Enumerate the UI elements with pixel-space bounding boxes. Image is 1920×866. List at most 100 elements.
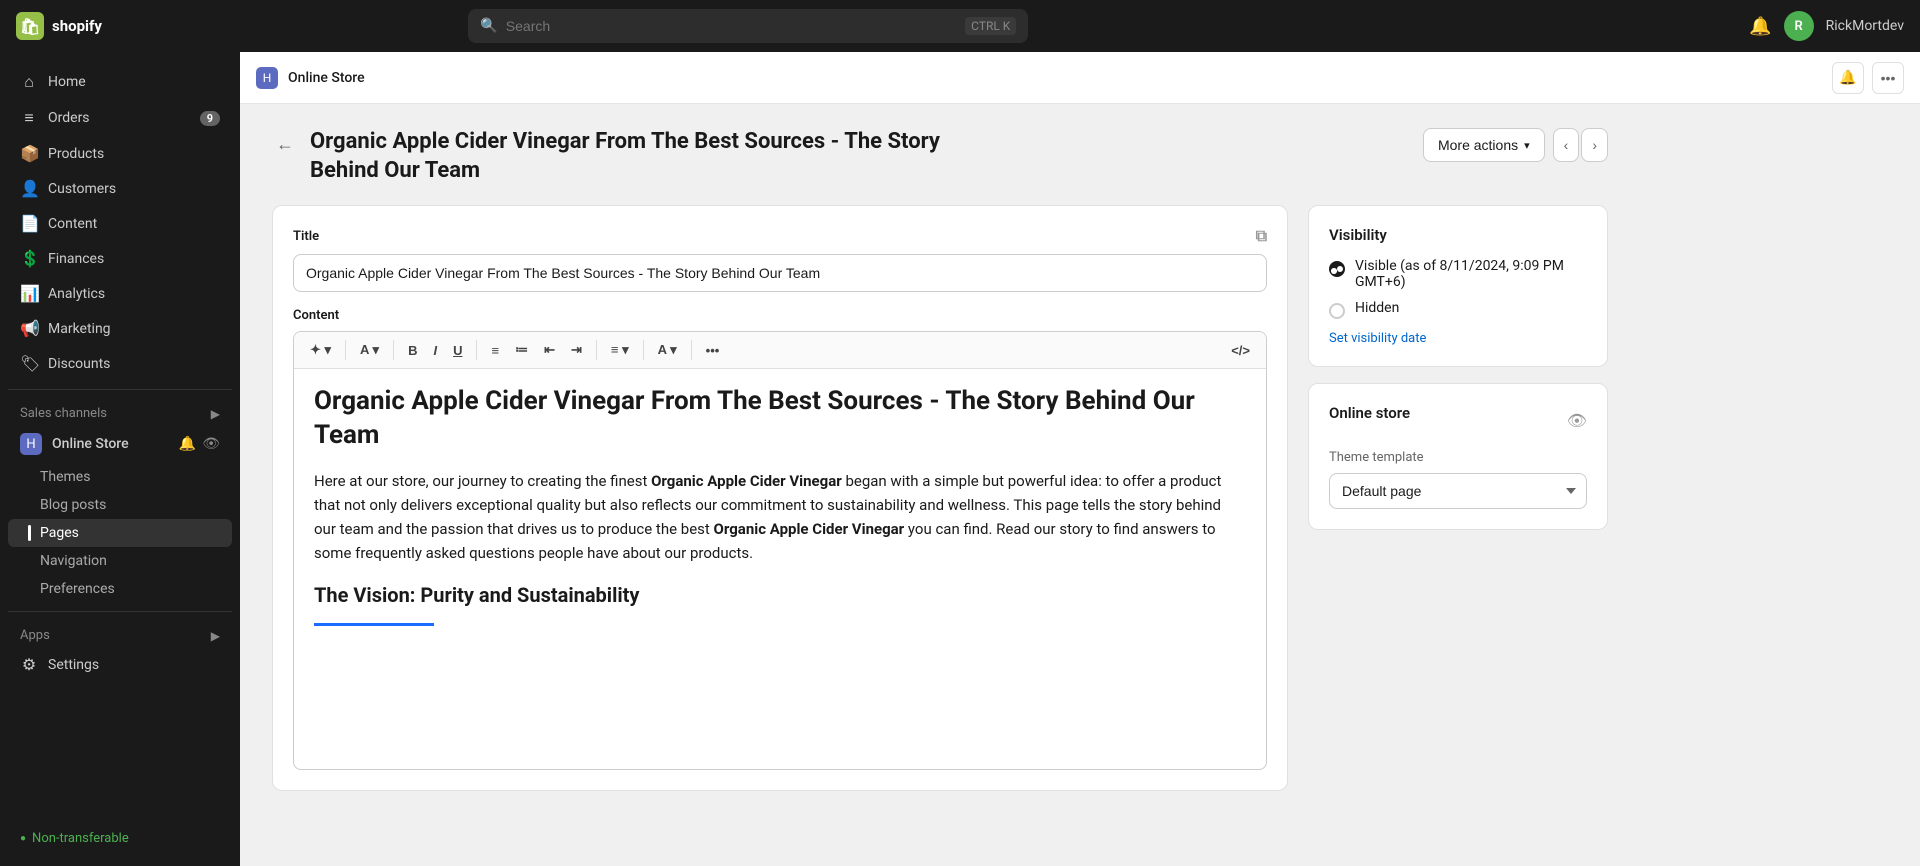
- customers-icon: 👤: [20, 179, 38, 198]
- code-view-btn[interactable]: </>: [1225, 339, 1256, 362]
- blog-posts-label: Blog posts: [40, 497, 106, 513]
- orders-badge: 9: [200, 111, 220, 126]
- sidebar-item-orders[interactable]: ≡ Orders 9: [8, 100, 232, 136]
- sidebar-subitem-pages[interactable]: Pages: [8, 519, 232, 547]
- visibility-icon[interactable]: 👁: [202, 436, 220, 452]
- online-store-card: Online store 👁 Theme template Default pa…: [1308, 383, 1608, 530]
- hidden-radio-input[interactable]: [1329, 303, 1345, 319]
- toolbar-sep-1: [345, 340, 346, 360]
- set-visibility-link[interactable]: Set visibility date: [1329, 331, 1426, 346]
- sidebar-item-products[interactable]: 📦 Products: [8, 136, 232, 171]
- sidebar-divider-2: [8, 611, 232, 612]
- discounts-icon: 🏷: [20, 354, 38, 373]
- non-transferable-label: Non-transferable: [32, 831, 129, 846]
- editor-hr: [314, 623, 434, 626]
- italic-btn[interactable]: I: [427, 339, 443, 362]
- sidebar-label-products: Products: [48, 146, 104, 162]
- next-arrow-button[interactable]: ›: [1581, 128, 1608, 162]
- page-title: Organic Apple Cider Vinegar From The Bes…: [310, 128, 1010, 185]
- sidebar-subitem-preferences[interactable]: Preferences: [8, 575, 232, 603]
- visible-radio-label: Visible (as of 8/11/2024, 9:09 PM GMT+6): [1355, 258, 1587, 290]
- sales-channels-header[interactable]: Sales channels ▶: [8, 398, 232, 425]
- sidebar-label-finances: Finances: [48, 251, 104, 267]
- back-button[interactable]: ←: [272, 132, 298, 157]
- more-actions-label: More actions: [1438, 137, 1518, 153]
- nav-arrows: ‹ ›: [1553, 128, 1608, 162]
- dot-icon: ●: [20, 833, 26, 844]
- text-color-btn[interactable]: A ▾: [652, 338, 683, 362]
- notification-header-btn[interactable]: 🔔: [1832, 62, 1864, 94]
- hidden-radio-item[interactable]: Hidden: [1329, 300, 1587, 319]
- outdent-btn[interactable]: ⇥: [565, 338, 588, 362]
- content-field-label: Content: [293, 308, 1267, 323]
- online-store-label: Online Store: [52, 436, 169, 452]
- bullet-list-btn[interactable]: ≡: [485, 339, 505, 362]
- search-bar[interactable]: 🔍 CTRL K: [468, 9, 1028, 43]
- editor-para-1: Here at our store, our journey to creati…: [314, 469, 1246, 565]
- secondary-header-title: Online Store: [288, 70, 1822, 86]
- navigation-label: Navigation: [40, 553, 107, 569]
- page-header-left: ← Organic Apple Cider Vinegar From The B…: [272, 128, 1010, 185]
- sidebar-item-content[interactable]: 📄 Content: [8, 206, 232, 241]
- notification-bell-icon[interactable]: 🔔: [1749, 16, 1771, 37]
- editor-toolbar: ✦ ▾ A ▾ B I U ≡: [294, 332, 1266, 369]
- sidebar-label-orders: Orders: [48, 110, 90, 126]
- more-tools-btn[interactable]: •••: [700, 339, 726, 362]
- editor-body[interactable]: Organic Apple Cider Vinegar From The Bes…: [294, 369, 1266, 769]
- eye-icon[interactable]: 👁: [1567, 411, 1587, 430]
- topnav-right: 🔔 R RickMortdev: [1749, 11, 1904, 41]
- title-input[interactable]: [293, 254, 1267, 292]
- visible-radio-item[interactable]: Visible (as of 8/11/2024, 9:09 PM GMT+6): [1329, 258, 1587, 290]
- more-actions-button[interactable]: More actions ▾: [1423, 128, 1545, 162]
- toolbar-sep-3: [476, 340, 477, 360]
- toolbar-sep-6: [691, 340, 692, 360]
- underline-btn[interactable]: U: [447, 339, 468, 362]
- bold-btn[interactable]: B: [402, 339, 423, 362]
- main-column: Title ⧉ Content ✦ ▾: [272, 205, 1288, 807]
- sidebar-item-analytics[interactable]: 📊 Analytics: [8, 276, 232, 311]
- sidebar-subitem-navigation[interactable]: Navigation: [8, 547, 232, 575]
- align-btn[interactable]: ≡ ▾: [605, 338, 635, 362]
- ordered-list-btn[interactable]: ≔: [509, 338, 534, 362]
- home-icon: ⌂: [20, 72, 38, 92]
- online-store-card-title: Online store: [1329, 404, 1410, 422]
- sidebar-subitem-blog-posts[interactable]: Blog posts: [8, 491, 232, 519]
- secondary-header: H Online Store 🔔 •••: [240, 52, 1920, 104]
- sidebar-item-discounts[interactable]: 🏷 Discounts: [8, 346, 232, 381]
- search-icon: 🔍: [480, 18, 497, 34]
- font-btn[interactable]: A ▾: [354, 338, 385, 362]
- apps-header[interactable]: Apps ▶: [8, 620, 232, 647]
- online-store-header-icon: H: [256, 67, 278, 89]
- sidebar-item-marketing[interactable]: 📢 Marketing: [8, 311, 232, 346]
- analytics-icon: 📊: [20, 284, 38, 303]
- visible-radio-input[interactable]: [1329, 261, 1345, 277]
- expand-icon: ▶: [211, 407, 220, 421]
- sidebar-divider: [8, 389, 232, 390]
- sidebar-item-finances[interactable]: 💲 Finances: [8, 241, 232, 276]
- sidebar-item-customers[interactable]: 👤 Customers: [8, 171, 232, 206]
- sidebar-item-home[interactable]: ⌂ Home: [8, 64, 232, 100]
- theme-template-select[interactable]: Default page Contact About FAQ: [1329, 473, 1587, 509]
- title-field-icon[interactable]: ⧉: [1256, 226, 1267, 246]
- settings-label: Settings: [48, 657, 99, 673]
- main-content: H Online Store 🔔 ••• ← Organic Apple Cid…: [240, 52, 1920, 866]
- sales-channels-label: Sales channels: [20, 406, 107, 421]
- content-editor: ✦ ▾ A ▾ B I U ≡: [293, 331, 1267, 770]
- sidebar-item-settings[interactable]: ⚙ Settings: [8, 647, 232, 682]
- editor-heading: Organic Apple Cider Vinegar From The Bes…: [314, 385, 1246, 453]
- notification-icon[interactable]: 🔔: [179, 436, 196, 452]
- indent-btn[interactable]: ⇤: [538, 338, 561, 362]
- page-header: ← Organic Apple Cider Vinegar From The B…: [272, 128, 1608, 185]
- non-transferable-badge: ● Non-transferable: [8, 823, 232, 854]
- sidebar-subitem-themes[interactable]: Themes: [8, 463, 232, 491]
- prev-arrow-button[interactable]: ‹: [1553, 128, 1580, 162]
- shopify-logo[interactable]: 🛍 shopify: [16, 12, 102, 40]
- sidebar-online-store[interactable]: H Online Store 🔔 👁: [8, 425, 232, 463]
- search-input[interactable]: [506, 18, 957, 34]
- avatar[interactable]: R: [1784, 11, 1814, 41]
- magic-btn[interactable]: ✦ ▾: [304, 338, 337, 362]
- sidebar-label-customers: Customers: [48, 181, 116, 197]
- finances-icon: 💲: [20, 249, 38, 268]
- apps-label: Apps: [20, 628, 50, 643]
- more-header-btn[interactable]: •••: [1872, 62, 1904, 94]
